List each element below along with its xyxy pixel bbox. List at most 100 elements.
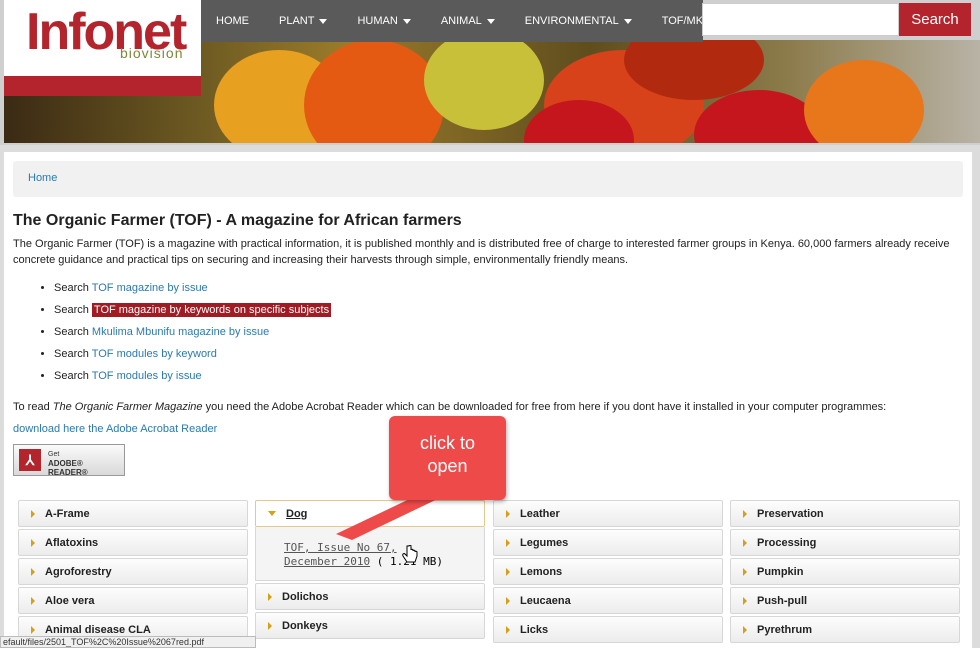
triangle-right-icon [31,567,35,576]
accordion-panel-dog: TOF, Issue No 67, December 2010 ( 1.21 M… [255,527,485,581]
chevron-down-icon [623,18,632,24]
accordion-column-1: A-Frame Aflatoxins Agroforestry Aloe vera An… [18,500,248,645]
triangle-right-icon [506,567,510,576]
accordion-column-3: Leather Legumes Lemons Leucaena Licks [493,500,723,645]
accordion-item-label: Pyrethrum [757,623,813,636]
accordion-item[interactable]: A-Frame [18,500,248,527]
accordion-item-label: Agroforestry [45,565,112,578]
nav-item-animal[interactable]: ANIMAL [426,15,510,27]
accordion-item-label: Animal disease CLA [45,623,151,636]
triangle-right-icon [268,592,272,601]
acrobat-instructions-suffix: you need the Adobe Acrobat Reader which … [202,401,887,413]
hand-cursor-icon [402,545,418,563]
search-option-link[interactable]: TOF modules by keyword [92,348,217,360]
nav-item-plant[interactable]: PLANT [264,15,342,27]
accordion-item-label: Dog [286,507,308,520]
accordion-item[interactable]: Leucaena [493,587,723,614]
header: Infonet biovision HOME PLANT HUMAN ANIMAL EN… [0,0,980,145]
logo-strip [4,76,201,96]
search-option-item: Search TOF magazine by keywords on speci… [54,302,332,324]
accordion-item[interactable]: Preservation [730,500,960,527]
search-option-item: Search Mkulima Mbunifu magazine by issue [54,324,331,346]
accordion-item-label: Aloe vera [45,594,95,607]
status-bar-url: efault/files/2501_TOF%2C%20Issue%2067red… [0,636,256,648]
breadcrumb-home-link[interactable]: Home [28,172,57,184]
search-option-link[interactable]: Mkulima Mbunifu magazine by issue [92,326,269,338]
triangle-right-icon [743,567,747,576]
search-option-item: Search TOF modules by keyword [54,346,331,368]
click-to-open-callout: click to open [389,416,506,500]
chevron-down-icon [319,18,328,24]
download-acrobat-link[interactable]: download here the Adobe Acrobat Reader [13,423,217,435]
accordion-item[interactable]: Pumpkin [730,558,960,585]
chevron-down-icon [486,18,495,24]
triangle-right-icon [31,538,35,547]
breadcrumb: Home [13,161,963,197]
accordion-item[interactable]: Aflatoxins [18,529,248,556]
accordion-item[interactable]: Lemons [493,558,723,585]
nav-item-home[interactable]: HOME [201,15,264,27]
nav-item-label: HOME [216,15,249,27]
nav-item-label: ANIMAL [440,15,482,27]
triangle-right-icon [743,625,747,634]
accordion-item[interactable]: Dolichos [255,583,485,610]
acrobat-instructions-magazine: The Organic Farmer Magazine [52,401,203,413]
accordion-item-label: Lemons [520,565,563,578]
triangle-right-icon [31,596,35,605]
triangle-right-icon [268,621,272,630]
triangle-right-icon [743,538,747,547]
accordion-item-label: Dolichos [282,590,329,603]
triangle-down-icon [268,511,276,516]
accordion-item-label: A-Frame [45,507,90,520]
accordion-item[interactable]: Leather [493,500,723,527]
accordion-item-label: Licks [520,623,549,636]
accordion-item[interactable]: Aloe vera [18,587,248,614]
accordion-item-label: Leather [520,507,560,520]
accordion-item[interactable]: Licks [493,616,723,643]
accordion-column-4: Preservation Processing Pumpkin Push-pull Py… [730,500,960,645]
triangle-right-icon [31,625,35,634]
search-button[interactable]: Search [899,3,971,36]
accordion-item-label: Donkeys [282,619,328,632]
main-nav: HOME PLANT HUMAN ANIMAL ENVIRONMENTAL TOF/MKM [201,0,712,42]
search-option-link[interactable]: TOF modules by issue [92,370,202,382]
page-title: The Organic Farmer (TOF) - A magazine fo… [13,212,462,229]
accordion-item-label: Aflatoxins [45,536,99,549]
triangle-right-icon [506,509,510,518]
search-prefix: Search [54,304,89,316]
search-option-item: Search TOF magazine by issue [54,280,331,302]
accordion-column-2: Dog TOF, Issue No 67, December 2010 ( 1.2… [255,500,485,641]
chevron-down-icon [402,18,411,24]
accordion-item-label: Processing [757,536,817,549]
accordion-item[interactable]: Processing [730,529,960,556]
accordion-item[interactable]: Legumes [493,529,723,556]
nav-item-environmental[interactable]: ENVIRONMENTAL [510,15,647,27]
accordion-item-label: Preservation [757,507,824,520]
accordion-item-label: Leucaena [520,594,571,607]
triangle-right-icon [31,509,35,518]
callout-line-1: click to [419,433,475,453]
accordion-item[interactable]: Donkeys [255,612,485,639]
nav-item-label: PLANT [279,15,315,27]
get-adobe-reader-badge[interactable]: ⅄ Get ADOBE® READER® [13,444,125,477]
callout-line-2: open [427,456,468,476]
search-input[interactable] [702,3,899,36]
adobe-pdf-icon: ⅄ [19,449,41,471]
triangle-right-icon [506,625,510,634]
triangle-right-icon [506,538,510,547]
accordion-item[interactable]: Agroforestry [18,558,248,585]
search-prefix: Search [54,282,89,294]
search-prefix: Search [54,326,89,338]
accordion-item[interactable]: Push-pull [730,587,960,614]
accordion-item-label: Push-pull [757,594,808,607]
accordion-item[interactable]: Pyrethrum [730,616,960,643]
search-option-item: Search TOF modules by issue [54,368,331,390]
main-content: Home The Organic Farmer (TOF) - A magazi… [4,152,972,648]
search-option-link[interactable]: TOF magazine by issue [92,282,208,294]
search-option-link[interactable]: TOF magazine by keywords on specific sub… [91,303,332,317]
accordion-item-label: Pumpkin [757,565,804,578]
accordion-item[interactable]: Dog [255,500,485,527]
nav-item-human[interactable]: HUMAN [342,15,425,27]
nav-item-label: HUMAN [357,15,398,27]
search-options-list: Search TOF magazine by issueSearch TOF m… [40,280,332,390]
